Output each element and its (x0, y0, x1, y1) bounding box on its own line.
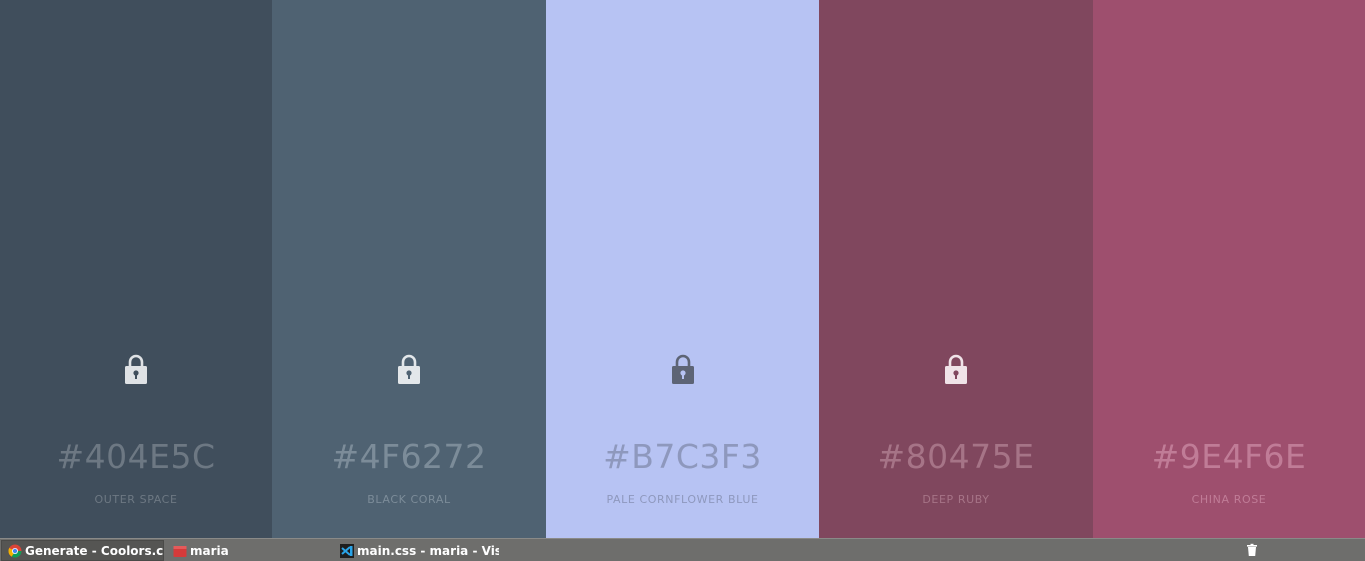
taskbar-item-chrome[interactable]: Generate - Coolors.c... (1, 540, 164, 561)
taskbar-item-folder[interactable]: maria (167, 540, 332, 561)
taskbar: Generate - Coolors.c... maria main.css -… (0, 538, 1365, 561)
lock-icon[interactable] (397, 353, 421, 385)
taskbar-item-label: Generate - Coolors.c... (25, 543, 164, 558)
color-name: CHINA ROSE (1191, 493, 1267, 506)
lock-icon[interactable] (944, 353, 968, 385)
color-name: OUTER SPACE (94, 493, 178, 506)
color-name: BLACK CORAL (367, 493, 451, 506)
hex-code[interactable]: #404E5C (0, 435, 272, 479)
chrome-icon (8, 544, 22, 558)
hex-code[interactable]: #4F6272 (272, 435, 546, 479)
lock-icon[interactable] (124, 353, 148, 385)
color-name: DEEP RUBY (922, 493, 990, 506)
hex-code[interactable]: #B7C3F3 (546, 435, 819, 479)
taskbar-item-label: main.css - maria - Vis... (357, 543, 499, 558)
color-name: PALE CORNFLOWER BLUE (606, 493, 759, 506)
color-swatch-black-coral[interactable]: #4F6272 BLACK CORAL (272, 0, 546, 538)
trash-icon[interactable] (1245, 543, 1259, 557)
color-swatch-outer-space[interactable]: #404E5C OUTER SPACE (0, 0, 272, 538)
lock-icon[interactable] (671, 353, 695, 385)
color-palette: #404E5C OUTER SPACE #4F6272 BLACK CORAL … (0, 0, 1365, 538)
hex-code[interactable]: #9E4F6E (1093, 435, 1365, 479)
color-swatch-deep-ruby[interactable]: #80475E DEEP RUBY (819, 0, 1093, 538)
taskbar-item-label: maria (190, 543, 229, 558)
vscode-icon (340, 543, 354, 558)
folder-icon (173, 545, 187, 557)
hex-code[interactable]: #80475E (819, 435, 1093, 479)
color-swatch-pale-cornflower-blue[interactable]: #B7C3F3 PALE CORNFLOWER BLUE (546, 0, 819, 538)
color-swatch-china-rose[interactable]: #9E4F6E CHINA ROSE (1093, 0, 1365, 538)
taskbar-item-vscode[interactable]: main.css - maria - Vis... (334, 540, 499, 561)
